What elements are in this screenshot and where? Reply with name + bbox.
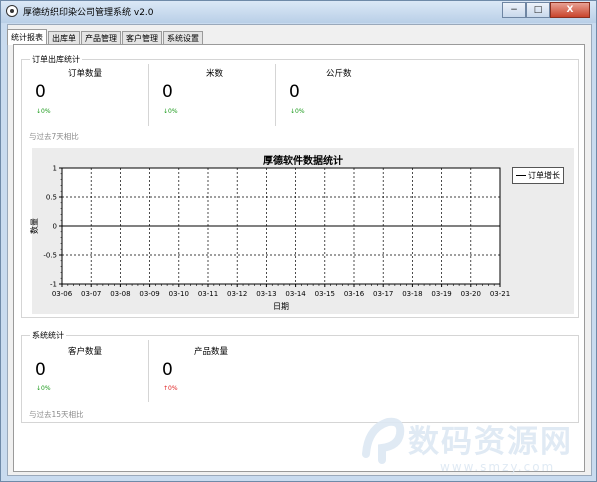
divider — [275, 64, 276, 126]
chart-area: 厚德软件数据统计 — [32, 148, 574, 314]
tab-outbound[interactable]: 出库单 — [48, 31, 80, 45]
maximize-button[interactable]: □ — [526, 2, 550, 18]
stat-label: 米数 — [206, 69, 224, 79]
stat-change: ↓0% — [36, 108, 51, 115]
stat-label: 订单数量 — [68, 69, 103, 79]
window-title: 厚德纺织印染公司管理系统 v2.0 — [23, 8, 154, 18]
stat-change: ↓0% — [36, 385, 51, 392]
order-stats-title: 订单出库统计 — [30, 54, 82, 65]
tab-report[interactable]: 统计报表 — [7, 29, 47, 45]
legend-line-swatch — [516, 175, 526, 176]
close-button[interactable]: X — [550, 2, 590, 18]
stat-change: ↓0% — [290, 108, 305, 115]
tab-customers[interactable]: 客户管理 — [122, 31, 162, 45]
legend-label: 订单增长 — [528, 171, 560, 180]
stat-value: 0 — [162, 82, 173, 102]
stat-change: ↑0% — [163, 385, 178, 392]
watermark: 数码资源网 www.smzy.com — [350, 408, 595, 482]
divider — [148, 340, 149, 402]
divider — [148, 64, 149, 126]
window-controls: − □ X — [502, 2, 590, 18]
chart-legend: 订单增长 — [512, 167, 564, 184]
tab-strip: 统计报表 出库单 产品管理 客户管理 系统设置 — [7, 29, 204, 45]
title-bar[interactable]: 厚德纺织印染公司管理系统 v2.0 − □ X — [1, 1, 596, 23]
app-icon — [6, 5, 18, 17]
stat-value: 0 — [289, 82, 300, 102]
watermark-text: 数码资源网 — [408, 424, 573, 460]
compare-7days: 与过去7天相比 — [29, 132, 79, 141]
minimize-button[interactable]: − — [502, 2, 526, 18]
stat-label: 客户数量 — [68, 347, 103, 357]
stat-change: ↓0% — [163, 108, 178, 115]
tab-settings[interactable]: 系统设置 — [163, 31, 203, 45]
compare-15days: 与过去15天相比 — [29, 410, 84, 419]
stat-value: 0 — [35, 82, 46, 102]
system-stats-title: 系统统计 — [30, 330, 66, 341]
watermark-url: www.smzy.com — [440, 460, 556, 474]
stat-value: 0 — [162, 360, 173, 380]
stat-label: 产品数量 — [194, 347, 229, 357]
stat-value: 0 — [35, 360, 46, 380]
stat-label: 公斤数 — [326, 69, 352, 79]
watermark-logo-icon — [362, 417, 405, 464]
tab-products[interactable]: 产品管理 — [81, 31, 121, 45]
chart-title: 厚德软件数据统计 — [263, 156, 343, 167]
